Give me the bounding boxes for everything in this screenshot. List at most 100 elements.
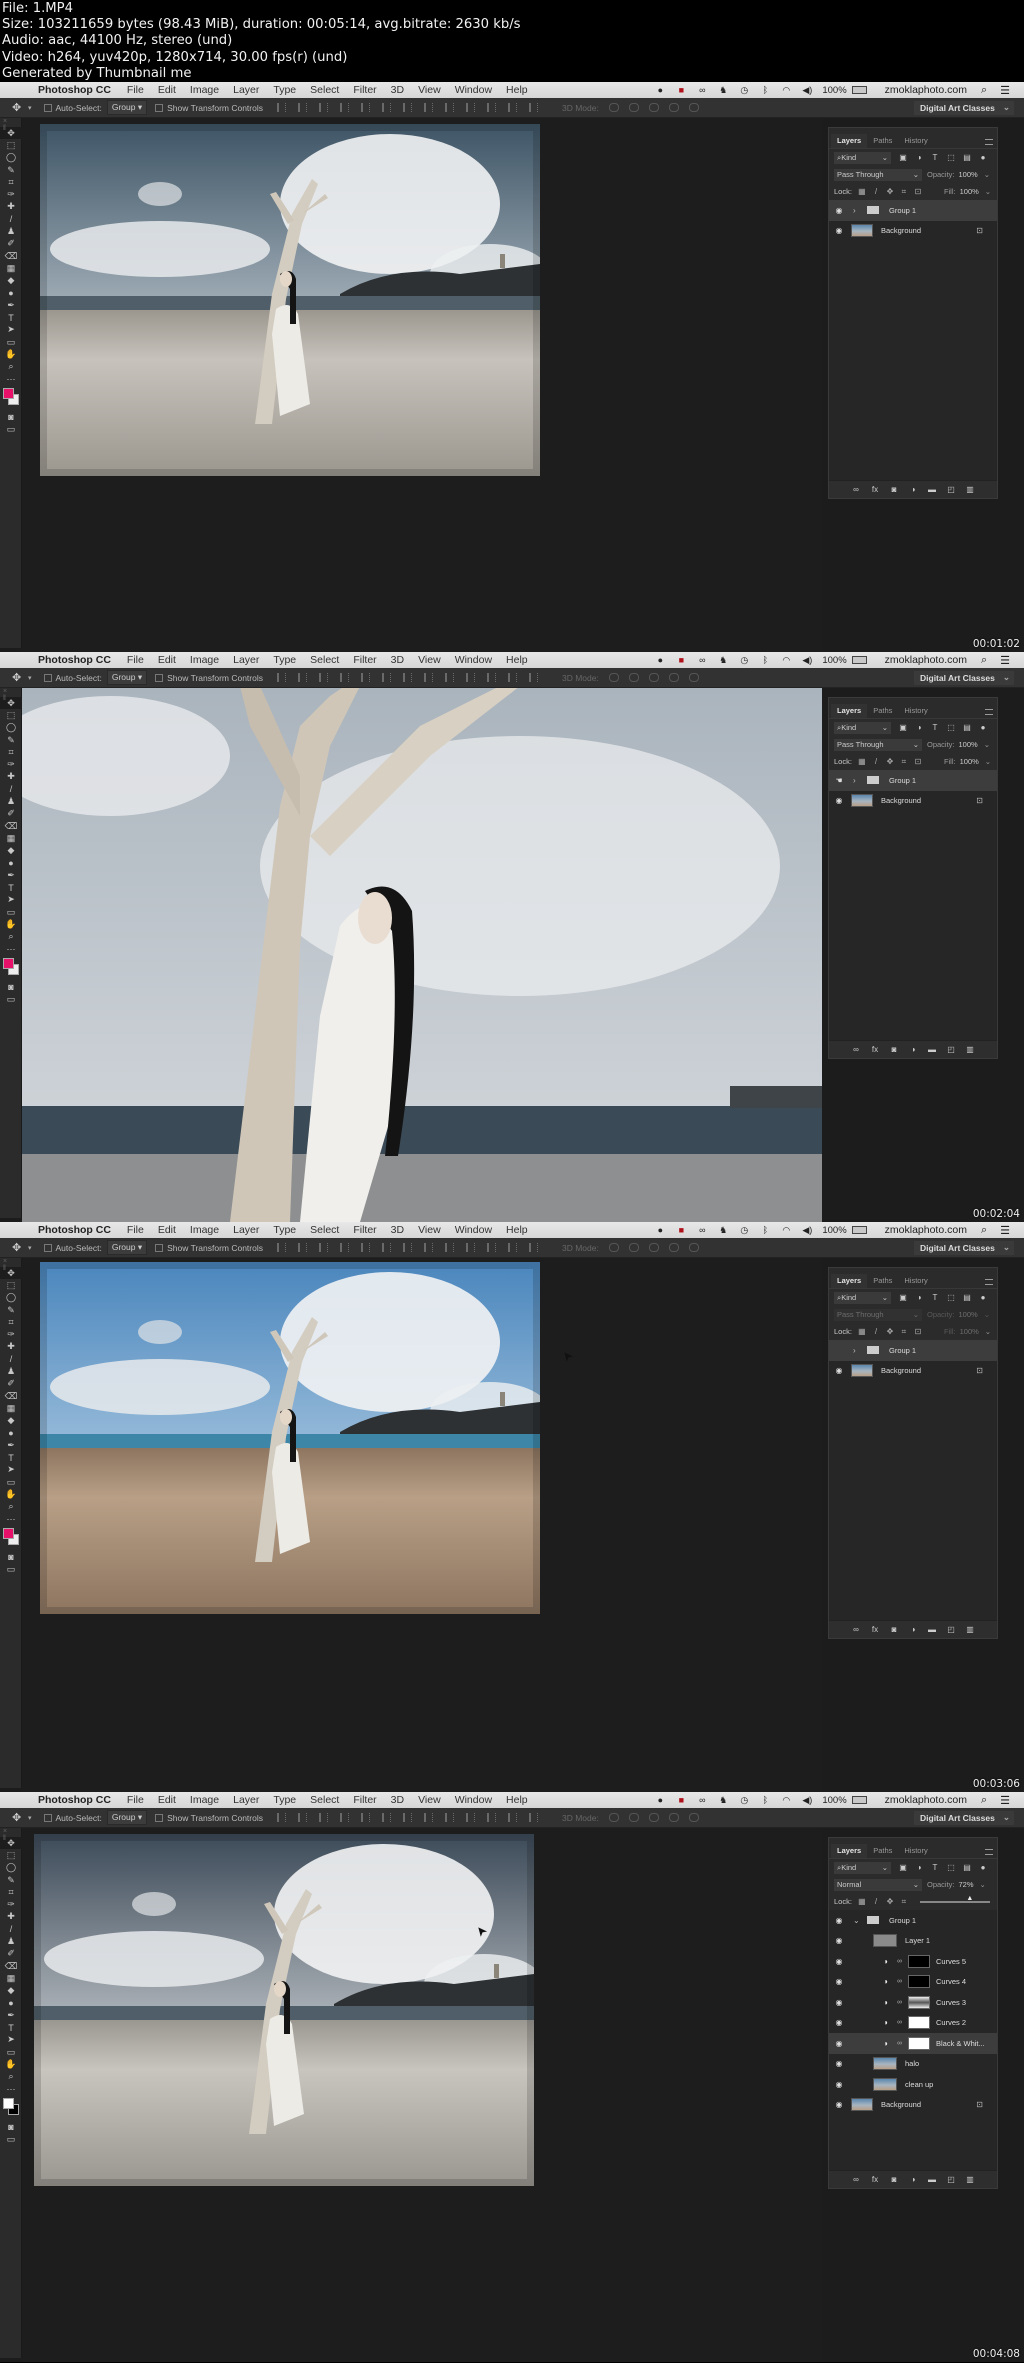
path-select-tool-icon[interactable]: ➤ bbox=[0, 1464, 22, 1476]
menu-edit[interactable]: Edit bbox=[158, 1224, 176, 1236]
fill-value[interactable]: 100% bbox=[960, 757, 979, 766]
align-distribute-icon[interactable] bbox=[487, 1243, 496, 1252]
layer-row[interactable]: ◉ › Group 1 bbox=[829, 200, 997, 221]
auto-select-dropdown[interactable]: Group ▾ bbox=[106, 1810, 148, 1825]
chevron-down-icon[interactable]: ⌄ bbox=[984, 740, 990, 749]
blend-mode-dropdown[interactable]: Pass Through ⌄ bbox=[834, 1308, 922, 1321]
bluetooth-icon[interactable]: ᛒ bbox=[759, 85, 771, 96]
type-filter-icon[interactable]: T bbox=[931, 723, 939, 732]
layer-row[interactable]: ◉ ◑ ∞ Curves 4 bbox=[829, 1972, 997, 1993]
quick-select-tool-icon[interactable]: ✎ bbox=[0, 734, 22, 746]
new-group-icon[interactable]: ▬ bbox=[927, 1045, 937, 1054]
layer-row[interactable]: ◉ clean up bbox=[829, 2074, 997, 2095]
align-distribute-icon[interactable] bbox=[445, 103, 454, 112]
time-machine-icon[interactable]: ◷ bbox=[738, 1225, 750, 1236]
quick-select-tool-icon[interactable]: ✎ bbox=[0, 1874, 22, 1886]
lock-all-icon[interactable]: ⊡ bbox=[914, 187, 922, 196]
type-filter-icon[interactable]: T bbox=[931, 1293, 939, 1302]
3d-mode-icon[interactable] bbox=[608, 1243, 619, 1252]
document-photo[interactable] bbox=[40, 1262, 540, 1614]
menu-view[interactable]: View bbox=[418, 654, 441, 666]
3d-mode-icon[interactable] bbox=[648, 673, 659, 682]
adjustment-filter-icon[interactable]: ◑ bbox=[915, 723, 923, 732]
apple-icon[interactable] bbox=[13, 654, 27, 666]
menu-filter[interactable]: Filter bbox=[353, 1794, 376, 1806]
document-canvas[interactable] bbox=[22, 118, 822, 652]
quick-select-tool-icon[interactable]: ✎ bbox=[0, 1304, 22, 1316]
new-group-icon[interactable]: ▬ bbox=[927, 485, 937, 494]
document-photo[interactable] bbox=[34, 1834, 534, 2186]
rectangle-tool-icon[interactable]: ▭ bbox=[0, 336, 22, 348]
filter-kind-dropdown[interactable]: ⌕Kind ⌄ bbox=[834, 151, 891, 164]
menu-image[interactable]: Image bbox=[190, 654, 219, 666]
path-select-tool-icon[interactable]: ➤ bbox=[0, 324, 22, 336]
layer-name[interactable]: Group 1 bbox=[889, 1916, 916, 1925]
visibility-eye-icon[interactable]: ◉ bbox=[829, 2018, 849, 2027]
add-mask-icon[interactable]: ◙ bbox=[889, 1625, 899, 1634]
auto-select-checkbox[interactable] bbox=[43, 1813, 52, 1822]
link-layers-icon[interactable]: ∞ bbox=[851, 485, 861, 494]
blur-tool-icon[interactable]: ◆ bbox=[0, 1985, 22, 1997]
align-distribute-icon[interactable] bbox=[319, 673, 328, 682]
visibility-eye-icon[interactable]: ◉ bbox=[829, 1916, 849, 1925]
panel-menu-icon[interactable] bbox=[985, 1279, 993, 1285]
trash-icon[interactable]: ▥ bbox=[965, 485, 975, 494]
align-distribute-icon[interactable] bbox=[403, 1243, 412, 1252]
align-distribute-icon[interactable] bbox=[340, 1243, 349, 1252]
align-distribute-icon[interactable] bbox=[445, 1243, 454, 1252]
menu-3d[interactable]: 3D bbox=[391, 654, 404, 666]
new-group-icon[interactable]: ▬ bbox=[927, 1625, 937, 1634]
foreground-color-swatch[interactable] bbox=[3, 1528, 14, 1540]
dodge-tool-icon[interactable]: ● bbox=[0, 1427, 22, 1439]
opacity-value[interactable]: 100% bbox=[959, 1310, 978, 1319]
layer-row[interactable]: ◉ ◑ ∞ Curves 2 bbox=[829, 2013, 997, 2034]
blur-tool-icon[interactable]: ◆ bbox=[0, 1415, 22, 1427]
layer-name[interactable]: Group 1 bbox=[889, 1346, 916, 1355]
add-mask-icon[interactable]: ◙ bbox=[889, 2175, 899, 2184]
lock-transparent-icon[interactable]: ▦ bbox=[858, 1897, 866, 1906]
menu-help[interactable]: Help bbox=[506, 654, 528, 666]
trash-icon[interactable]: ▥ bbox=[965, 2175, 975, 2184]
quick-mask-icon[interactable]: ◙ bbox=[0, 411, 22, 423]
screen-mode-icon[interactable]: ▭ bbox=[0, 994, 22, 1006]
3d-mode-icon[interactable] bbox=[688, 103, 699, 112]
type-tool-icon[interactable]: T bbox=[0, 2021, 22, 2033]
lock-artboard-icon[interactable]: ⌗ bbox=[900, 1327, 908, 1337]
align-distribute-icon[interactable] bbox=[403, 103, 412, 112]
volume-icon[interactable]: ◀) bbox=[801, 1795, 813, 1806]
align-distribute-icon[interactable] bbox=[424, 673, 433, 682]
menu-select[interactable]: Select bbox=[310, 1794, 339, 1806]
volume-icon[interactable]: ◀) bbox=[801, 655, 813, 666]
screen-mode-icon[interactable]: ▭ bbox=[0, 2134, 22, 2146]
align-distribute-icon[interactable] bbox=[361, 1243, 370, 1252]
menu-type[interactable]: Type bbox=[273, 1224, 296, 1236]
brush-tool-icon[interactable]: / bbox=[0, 783, 22, 795]
layer-name[interactable]: Black & Whit... bbox=[936, 2039, 985, 2048]
gradient-tool-icon[interactable]: ▦ bbox=[0, 1972, 22, 1984]
notification-list-icon[interactable]: ☰ bbox=[1000, 1224, 1010, 1237]
layer-name[interactable]: clean up bbox=[905, 2080, 933, 2089]
zoom-tool-icon[interactable]: ⌕ bbox=[0, 931, 22, 943]
apple-icon[interactable] bbox=[13, 84, 27, 96]
lock-all-icon[interactable]: ⊡ bbox=[914, 1327, 922, 1336]
align-distribute-icon[interactable] bbox=[445, 1813, 454, 1822]
3d-mode-icon[interactable] bbox=[648, 1813, 659, 1822]
blend-mode-dropdown[interactable]: Pass Through ⌄ bbox=[834, 738, 922, 751]
more-tool-icon[interactable]: ⋯ bbox=[0, 943, 22, 955]
lock-transparent-icon[interactable]: ▦ bbox=[858, 1327, 866, 1336]
trash-icon[interactable]: ▥ bbox=[965, 1045, 975, 1054]
record-icon[interactable]: ■ bbox=[675, 655, 687, 666]
layer-name[interactable]: Background bbox=[881, 1366, 921, 1375]
visibility-eye-icon[interactable]: ◉ bbox=[829, 2059, 849, 2068]
record-icon[interactable]: ■ bbox=[675, 1795, 687, 1806]
lock-pixels-icon[interactable]: / bbox=[872, 1327, 880, 1336]
3d-mode-icon[interactable] bbox=[608, 673, 619, 682]
align-distribute-icon[interactable] bbox=[487, 673, 496, 682]
bluetooth-icon[interactable]: ᛒ bbox=[759, 1795, 771, 1806]
move-tool-icon[interactable]: ✥ bbox=[12, 1241, 26, 1254]
lock-pixels-icon[interactable]: / bbox=[872, 187, 880, 196]
align-distribute-icon[interactable] bbox=[529, 1813, 538, 1822]
align-distribute-icon[interactable] bbox=[277, 103, 286, 112]
crop-tool-icon[interactable]: ⌗ bbox=[0, 176, 22, 188]
more-tool-icon[interactable]: ⋯ bbox=[0, 373, 22, 385]
